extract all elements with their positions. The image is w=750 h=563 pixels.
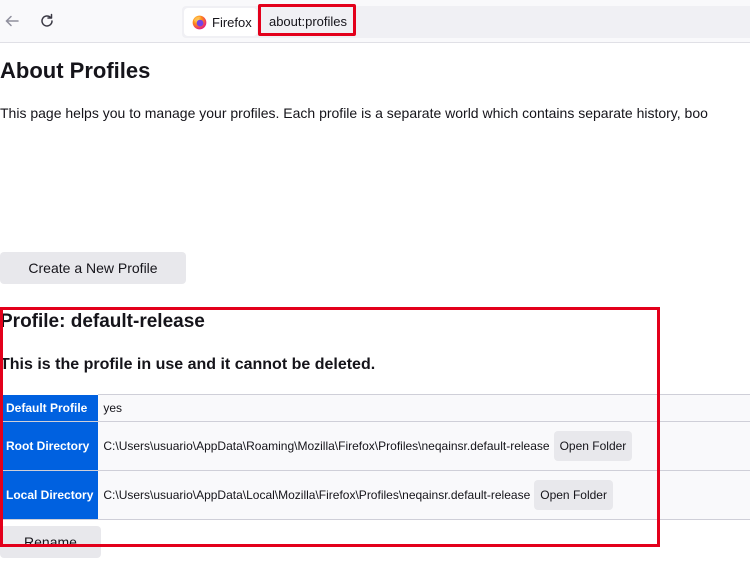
- browser-toolbar: Firefox about:profiles: [0, 0, 750, 43]
- back-arrow-icon: [5, 15, 19, 27]
- row-value-container: C:\Users\usuario\AppData\Roaming\Mozilla…: [103, 431, 745, 461]
- table-row: Local Directory C:\Users\usuario\AppData…: [1, 470, 750, 520]
- identity-box[interactable]: Firefox: [184, 8, 257, 36]
- row-value: yes: [98, 394, 750, 422]
- row-label: Root Directory: [1, 421, 99, 471]
- table-row: Root Directory C:\Users\usuario\AppData\…: [1, 421, 750, 471]
- profile-info-table: Default Profile yes Root Directory C:\Us…: [1, 394, 750, 520]
- open-local-folder-button[interactable]: Open Folder: [534, 480, 613, 510]
- row-label: Default Profile: [1, 394, 99, 422]
- row-value-container: C:\Users\usuario\AppData\Local\Mozilla\F…: [103, 480, 745, 510]
- reload-icon: [41, 13, 53, 27]
- root-directory-path: C:\Users\usuario\AppData\Roaming\Mozilla…: [103, 439, 550, 453]
- row-value-cell: C:\Users\usuario\AppData\Roaming\Mozilla…: [98, 421, 750, 471]
- identity-label: Firefox: [212, 14, 252, 30]
- open-root-folder-button[interactable]: Open Folder: [553, 431, 633, 461]
- page-description: This page helps you to manage your profi…: [0, 105, 708, 121]
- page-title: About Profiles: [0, 58, 151, 83]
- reload-button[interactable]: [35, 9, 59, 33]
- back-button[interactable]: [0, 9, 24, 33]
- local-directory-path: C:\Users\usuario\AppData\Local\Mozilla\F…: [103, 488, 531, 502]
- url-text[interactable]: about:profiles: [261, 7, 355, 35]
- row-value-cell: C:\Users\usuario\AppData\Local\Mozilla\F…: [98, 470, 750, 520]
- firefox-logo-icon: [192, 15, 207, 29]
- create-profile-button[interactable]: Create a New Profile: [0, 252, 186, 284]
- row-label: Local Directory: [1, 470, 99, 520]
- profile-in-use-note: This is the profile in use and it cannot…: [0, 356, 376, 373]
- table-row: Default Profile yes: [1, 394, 750, 422]
- rename-button[interactable]: Rename: [0, 526, 101, 558]
- profile-title: Profile: default-release: [0, 311, 205, 332]
